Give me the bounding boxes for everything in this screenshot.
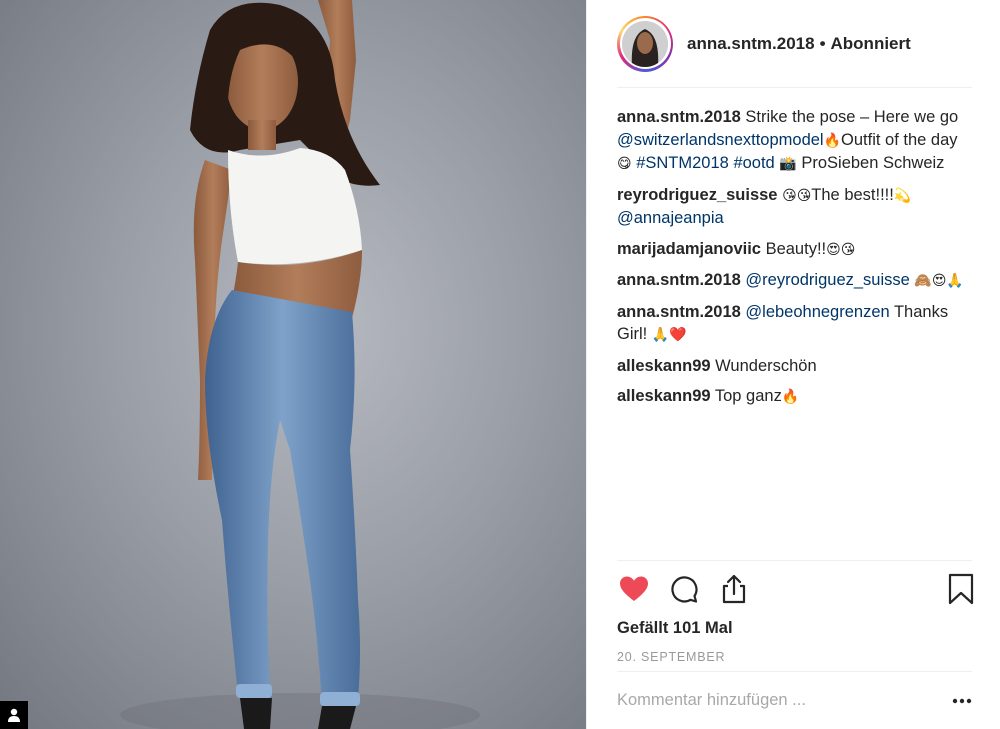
emoji: 🔥 (823, 132, 842, 149)
like-button[interactable] (617, 572, 651, 606)
emoji: 😍😘 (826, 241, 856, 258)
emoji: 🙏❤️ (651, 327, 687, 343)
comment-form (617, 671, 972, 729)
comment-text: Strike the pose – Here we go (740, 108, 959, 126)
emoji: 💫 (893, 187, 912, 204)
comment-username[interactable]: reyrodriguez_suisse (617, 186, 778, 204)
comment-username[interactable]: anna.sntm.2018 (617, 108, 741, 126)
post-side-panel: anna.sntm.2018 • Abonniert anna.sntm.2018 … (586, 0, 1000, 729)
comment-item: anna.sntm.2018 @lebeohnegrenzen Thanks G… (617, 301, 972, 347)
more-options-button[interactable] (944, 698, 972, 704)
emoji: 📸 (779, 156, 797, 172)
story-ring[interactable] (617, 15, 673, 72)
mention-link[interactable]: @switzerlandsnexttopmodel (617, 131, 824, 149)
post-author-username[interactable]: anna.sntm.2018 (687, 34, 815, 53)
follow-status-button[interactable]: Abonniert (831, 34, 911, 53)
comment-item: alleskann99 Top ganz🔥 (617, 385, 972, 409)
mention-link[interactable]: @annajeanpia (617, 209, 724, 227)
comment-item: anna.sntm.2018 @reyrodriguez_suisse 🙈😍🙏 (617, 269, 972, 293)
comment-input[interactable] (617, 691, 944, 710)
likes-count[interactable]: Gefällt 101 Mal (617, 619, 972, 638)
comment-username[interactable]: anna.sntm.2018 (617, 303, 741, 321)
comment-text: ProSieben Schweiz (796, 154, 945, 172)
header-text: anna.sntm.2018 • Abonniert (687, 34, 911, 54)
comment-item: alleskann99 Wunderschön (617, 355, 972, 378)
comment-text: Top ganz (710, 387, 782, 405)
mention-link[interactable]: @reyrodriguez_suisse (745, 271, 909, 289)
comments-list: anna.sntm.2018 Strike the pose – Here we… (617, 88, 972, 409)
instagram-post: anna.sntm.2018 • Abonniert anna.sntm.2018 … (0, 0, 1000, 729)
post-photo[interactable] (0, 0, 586, 729)
save-button[interactable] (944, 572, 978, 606)
hashtag-link[interactable]: #SNTM2018 (636, 154, 729, 172)
emoji: 😋 (617, 156, 632, 172)
post-date[interactable]: 20. SEPTEMBER (617, 650, 972, 664)
model-photo-illustration (120, 0, 480, 729)
comment-username[interactable]: alleskann99 (617, 357, 711, 375)
avatar (622, 20, 668, 67)
share-button[interactable] (717, 572, 751, 606)
comment-bubble-icon (671, 576, 698, 603)
actions-area: Gefällt 101 Mal 20. SEPTEMBER (617, 560, 974, 664)
hashtag-link[interactable]: #ootd (733, 154, 774, 172)
post-header: anna.sntm.2018 • Abonniert (617, 0, 972, 88)
comment-text: Wunderschön (710, 356, 817, 375)
emoji: 🙈😍🙏 (914, 273, 964, 289)
emoji: 🔥 (781, 389, 800, 405)
mention-link[interactable]: @lebeohnegrenzen (745, 303, 889, 321)
heart-filled-icon (620, 576, 648, 601)
comment-item: anna.sntm.2018 Strike the pose – Here we… (617, 106, 972, 176)
comment-item: reyrodriguez_suisse 😘😘The best!!!!💫 @ann… (617, 184, 972, 230)
comment-button[interactable] (667, 572, 701, 606)
bookmark-icon (948, 573, 974, 605)
comment-username[interactable]: alleskann99 (617, 387, 711, 405)
person-icon (8, 708, 20, 722)
share-upload-icon (722, 574, 746, 604)
comment-text: Outfit of the day (841, 130, 958, 149)
comment-item: marijadamjanoviic Beauty!!😍😘 (617, 238, 972, 262)
ellipsis-icon (952, 698, 972, 703)
comment-username[interactable]: marijadamjanoviic (617, 240, 761, 258)
comment-username[interactable]: anna.sntm.2018 (617, 271, 741, 289)
emoji: 😘😘 (782, 187, 812, 204)
tagged-users-button[interactable] (0, 701, 28, 729)
header-separator: • (819, 33, 826, 53)
action-icons (617, 561, 974, 617)
comment-text: The best!!!! (811, 185, 894, 204)
comment-text: Beauty!! (760, 239, 827, 258)
